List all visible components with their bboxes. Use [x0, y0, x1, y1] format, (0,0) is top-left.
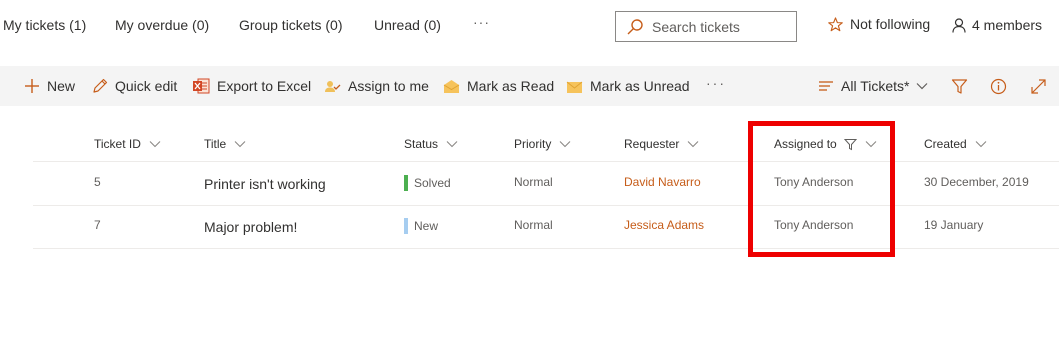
filter-button[interactable]: [949, 76, 969, 96]
search-icon: [627, 18, 643, 34]
created-cell: 30 December, 2019: [924, 175, 1029, 189]
members-label: 4 members: [972, 17, 1043, 33]
new-button[interactable]: New: [24, 66, 75, 106]
follow-label: Not following: [850, 16, 931, 32]
assigned-to-cell: Tony Anderson: [774, 175, 854, 189]
filter-icon: [951, 78, 967, 94]
tab-my-overdue[interactable]: My overdue (0): [115, 17, 209, 33]
members-button[interactable]: 4 members: [952, 17, 1042, 33]
created-cell: 19 January: [924, 218, 984, 232]
status-label: New: [414, 219, 439, 233]
chevron-down-icon: [149, 141, 161, 148]
excel-icon: [193, 78, 210, 94]
chevron-down-icon: [559, 141, 571, 148]
assign-to-me-button[interactable]: Assign to me: [324, 66, 429, 106]
column-label: Assigned to: [774, 137, 837, 151]
title-cell[interactable]: Printer isn't working: [204, 176, 326, 192]
command-bar: New Quick edit Export to Excel Assign to…: [0, 66, 1059, 106]
column-header-assigned-to[interactable]: Assigned to: [774, 137, 877, 151]
tickets-list: Ticket ID Title Status Priority Requeste…: [0, 106, 1059, 348]
column-label: Created: [924, 137, 967, 151]
envelope-icon: [566, 81, 583, 93]
column-header-requester[interactable]: Requester: [624, 137, 699, 151]
quick-edit-label: Quick edit: [115, 78, 178, 94]
chevron-down-icon: [234, 141, 246, 148]
table-row[interactable]: 7 Major problem! New Normal Jessica Adam…: [33, 206, 1059, 249]
priority-cell: Normal: [514, 175, 553, 189]
envelope-open-icon: [443, 80, 460, 93]
pencil-icon: [93, 78, 108, 93]
tabs-more-button[interactable]: ···: [473, 14, 490, 30]
column-label: Title: [204, 137, 227, 151]
status-indicator: [404, 175, 408, 191]
column-header-status[interactable]: Status: [404, 137, 458, 151]
export-excel-button[interactable]: Export to Excel: [193, 66, 311, 106]
follow-button[interactable]: Not following: [828, 16, 930, 32]
column-label: Priority: [514, 137, 552, 151]
mark-as-unread-label: Mark as Unread: [590, 78, 690, 94]
assigned-to-cell: Tony Anderson: [774, 218, 854, 232]
ticket-id-cell: 7: [94, 218, 101, 232]
tab-group-tickets[interactable]: Group tickets (0): [239, 17, 342, 33]
requester-cell[interactable]: David Navarro: [624, 175, 701, 189]
list-header: Ticket ID Title Status Priority Requeste…: [33, 126, 1059, 162]
info-icon: [990, 78, 1006, 94]
ticket-id-cell: 5: [94, 175, 101, 189]
export-excel-label: Export to Excel: [217, 78, 312, 94]
chevron-down-icon: [865, 141, 877, 148]
status-indicator: [404, 218, 408, 234]
status-cell: Solved: [404, 175, 451, 191]
commands-more-button[interactable]: ···: [706, 75, 726, 91]
star-icon: [828, 16, 843, 31]
column-header-ticket-id[interactable]: Ticket ID: [94, 137, 161, 151]
quick-edit-button[interactable]: Quick edit: [92, 66, 177, 106]
column-header-created[interactable]: Created: [924, 137, 987, 151]
column-label: Ticket ID: [94, 137, 141, 151]
tab-my-tickets[interactable]: My tickets (1): [3, 17, 86, 33]
search-box[interactable]: [615, 11, 797, 42]
column-label: Status: [404, 137, 439, 151]
tab-bar: My tickets (1) My overdue (0) Group tick…: [0, 0, 1059, 54]
assign-to-me-label: Assign to me: [348, 78, 429, 94]
priority-cell: Normal: [514, 218, 553, 232]
info-button[interactable]: [988, 76, 1008, 96]
chevron-down-icon: [446, 141, 458, 148]
status-cell: New: [404, 218, 438, 234]
assign-person-icon: [325, 81, 341, 92]
tab-unread[interactable]: Unread (0): [374, 17, 441, 33]
expand-icon: [1030, 78, 1046, 94]
view-selector[interactable]: All Tickets*: [818, 66, 928, 106]
person-icon: [952, 17, 966, 33]
filter-icon: [843, 138, 857, 150]
status-label: Solved: [414, 176, 451, 190]
column-header-title[interactable]: Title: [204, 137, 246, 151]
new-label: New: [47, 78, 76, 94]
chevron-down-icon: [917, 83, 928, 90]
column-header-priority[interactable]: Priority: [514, 137, 571, 151]
mark-as-unread-button[interactable]: Mark as Unread: [566, 66, 690, 106]
mark-as-read-button[interactable]: Mark as Read: [443, 66, 554, 106]
requester-cell[interactable]: Jessica Adams: [624, 218, 704, 232]
chevron-down-icon: [687, 141, 699, 148]
plus-icon: [25, 79, 39, 93]
table-row[interactable]: 5 Printer isn't working Solved Normal Da…: [33, 163, 1059, 206]
search-input[interactable]: [652, 18, 792, 35]
mark-as-read-label: Mark as Read: [467, 78, 555, 94]
view-label: All Tickets*: [841, 78, 910, 94]
list-view-icon: [819, 81, 833, 91]
expand-button[interactable]: [1028, 76, 1048, 96]
chevron-down-icon: [975, 141, 987, 148]
column-label: Requester: [624, 137, 680, 151]
title-cell[interactable]: Major problem!: [204, 219, 297, 235]
